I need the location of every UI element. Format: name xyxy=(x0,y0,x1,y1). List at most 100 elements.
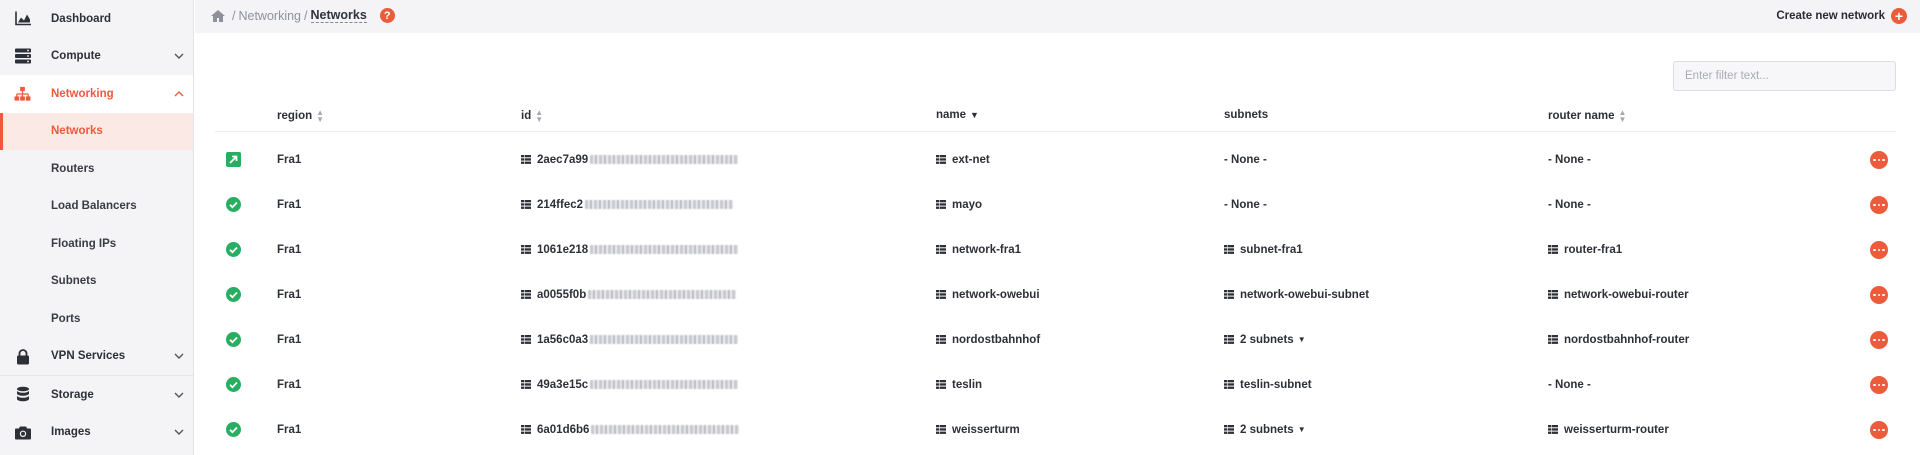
more-actions-button[interactable] xyxy=(1870,421,1888,439)
id-cell[interactable]: 1a56c0a3 xyxy=(521,317,739,362)
sidebar-subitem-ports[interactable]: Ports xyxy=(0,300,193,338)
check-circle-icon xyxy=(226,422,241,437)
breadcrumb-networking[interactable]: Networking xyxy=(238,9,301,23)
more-actions-button[interactable] xyxy=(1870,331,1888,349)
subnets-value: - None - xyxy=(1224,153,1267,166)
table-icon xyxy=(936,425,946,434)
more-actions-button[interactable] xyxy=(1870,196,1888,214)
sidebar-item-images[interactable]: Images xyxy=(0,414,193,452)
sidebar-item-vpn-services[interactable]: VPN Services xyxy=(0,338,193,376)
more-actions-button[interactable] xyxy=(1870,286,1888,304)
region-cell: Fra1 xyxy=(277,362,301,407)
more-actions-button[interactable] xyxy=(1870,241,1888,259)
column-header-id[interactable]: id ▲ ▼ xyxy=(521,109,543,124)
column-header-label: region xyxy=(277,110,313,122)
sidebar-subitem-networks[interactable]: Networks xyxy=(0,112,193,150)
sidebar-subitem-label: Routers xyxy=(51,162,95,175)
id-cell[interactable]: 49a3e15c xyxy=(521,362,739,407)
table-row[interactable]: Fra1 a0055f0b network-owebui network-owebui… xyxy=(215,272,1896,317)
sidebar-item-label: Compute xyxy=(51,50,101,63)
table-row[interactable]: Fra1 1061e218 network-fra1 subnet-fra1 route… xyxy=(215,227,1896,272)
table-row[interactable]: Fra1 1a56c0a3 nordostbahnhof 2 subnets ▼ nord… xyxy=(215,317,1896,362)
column-header-label: router name xyxy=(1548,110,1615,122)
sidebar-item-label: Networking xyxy=(51,87,114,100)
subnets-cell[interactable]: subnet-fra1 xyxy=(1224,227,1303,272)
create-network-button[interactable]: Create new network + xyxy=(1776,8,1907,24)
table-icon xyxy=(521,290,531,299)
check-circle-icon xyxy=(226,197,241,212)
name-cell[interactable]: network-owebui xyxy=(936,272,1040,317)
sidebar-subitem-label: Networks xyxy=(51,125,103,138)
name-cell[interactable]: nordostbahnhof xyxy=(936,317,1040,362)
sort-desc-icon: ▼ xyxy=(970,110,979,120)
sidebar-item-storage[interactable]: Storage xyxy=(0,376,193,414)
id-cell[interactable]: 214ffec2 xyxy=(521,182,734,227)
sidebar-item-label: Images xyxy=(51,426,91,439)
sidebar-item-compute[interactable]: Compute xyxy=(0,38,193,76)
network-id: 1a56c0a3 xyxy=(537,333,589,346)
name-cell[interactable]: weisserturm xyxy=(936,407,1020,452)
caret-down-icon: ▼ xyxy=(1297,335,1306,344)
router-cell[interactable]: network-owebui-router xyxy=(1548,272,1689,317)
router-cell[interactable]: router-fra1 xyxy=(1548,227,1622,272)
column-header-router-name[interactable]: router name ▲ ▼ xyxy=(1548,109,1626,124)
id-cell[interactable]: 2aec7a99 xyxy=(521,137,739,182)
subnets-value: 2 subnets xyxy=(1240,423,1294,436)
network-name: network-owebui xyxy=(952,288,1040,301)
table-icon xyxy=(1548,335,1558,344)
id-cell[interactable]: 1061e218 xyxy=(521,227,739,272)
region-cell: Fra1 xyxy=(277,407,301,452)
column-header-name[interactable]: name ▼ xyxy=(936,109,979,121)
network-name: network-fra1 xyxy=(952,243,1022,256)
region-cell: Fra1 xyxy=(277,137,301,182)
filter-input[interactable] xyxy=(1673,61,1896,91)
name-cell[interactable]: ext-net xyxy=(936,137,990,182)
table-row[interactable]: Fra1 6a01d6b6 weisserturm 2 subnets ▼ weisser… xyxy=(215,407,1896,452)
sidebar-item-networking[interactable]: Networking xyxy=(0,75,193,113)
table-row[interactable]: Fra1 2aec7a99 ext-net - None - - None - xyxy=(215,137,1896,182)
home-icon[interactable] xyxy=(211,9,225,22)
table-icon xyxy=(1548,290,1558,299)
router-cell[interactable]: nordostbahnhof-router xyxy=(1548,317,1689,362)
sidebar-subitem-subnets[interactable]: Subnets xyxy=(0,263,193,301)
column-header-label: subnets xyxy=(1224,109,1269,121)
sidebar-item-dashboard[interactable]: Dashboard xyxy=(0,0,193,38)
redacted-id-part xyxy=(590,380,739,389)
sort-icon: ▲ ▼ xyxy=(316,108,325,124)
more-actions-button[interactable] xyxy=(1870,151,1888,169)
subnets-cell[interactable]: 2 subnets ▼ xyxy=(1224,407,1306,452)
router-name: network-owebui-router xyxy=(1564,288,1689,301)
table-row[interactable]: Fra1 214ffec2 mayo - None - - None - xyxy=(215,182,1896,227)
server-icon xyxy=(14,48,31,65)
table-icon xyxy=(1224,290,1234,299)
region-cell: Fra1 xyxy=(277,317,301,362)
sidebar-subitem-load-balancers[interactable]: Load Balancers xyxy=(0,188,193,226)
breadcrumb: / Networking / Networks ? xyxy=(211,8,395,23)
table-icon xyxy=(936,200,946,209)
table-icon xyxy=(521,245,531,254)
name-cell[interactable]: mayo xyxy=(936,182,982,227)
name-cell[interactable]: teslin xyxy=(936,362,982,407)
subnets-cell[interactable]: network-owebui-subnet xyxy=(1224,272,1369,317)
id-cell[interactable]: 6a01d6b6 xyxy=(521,407,740,452)
name-cell[interactable]: network-fra1 xyxy=(936,227,1021,272)
column-header-label: name xyxy=(936,109,967,121)
plus-icon: + xyxy=(1891,8,1907,24)
router-cell[interactable]: weisserturm-router xyxy=(1548,407,1669,452)
table-icon xyxy=(521,200,531,209)
subnets-cell[interactable]: teslin-subnet xyxy=(1224,362,1312,407)
network-name: ext-net xyxy=(952,153,990,166)
more-actions-button[interactable] xyxy=(1870,376,1888,394)
table-icon xyxy=(521,425,531,434)
network-name: nordostbahnhof xyxy=(952,333,1041,346)
table-icon xyxy=(1548,425,1558,434)
help-icon[interactable]: ? xyxy=(379,8,395,23)
id-cell[interactable]: a0055f0b xyxy=(521,272,737,317)
subnets-value: 2 subnets xyxy=(1240,333,1294,346)
sidebar-subitem-routers[interactable]: Routers xyxy=(0,150,193,188)
network-name: weisserturm xyxy=(952,423,1020,436)
subnets-cell[interactable]: 2 subnets ▼ xyxy=(1224,317,1306,362)
table-row[interactable]: Fra1 49a3e15c teslin teslin-subnet - None - xyxy=(215,362,1896,407)
sidebar-subitem-floating-ips[interactable]: Floating IPs xyxy=(0,225,193,263)
column-header-region[interactable]: region ▲ ▼ xyxy=(277,108,325,124)
